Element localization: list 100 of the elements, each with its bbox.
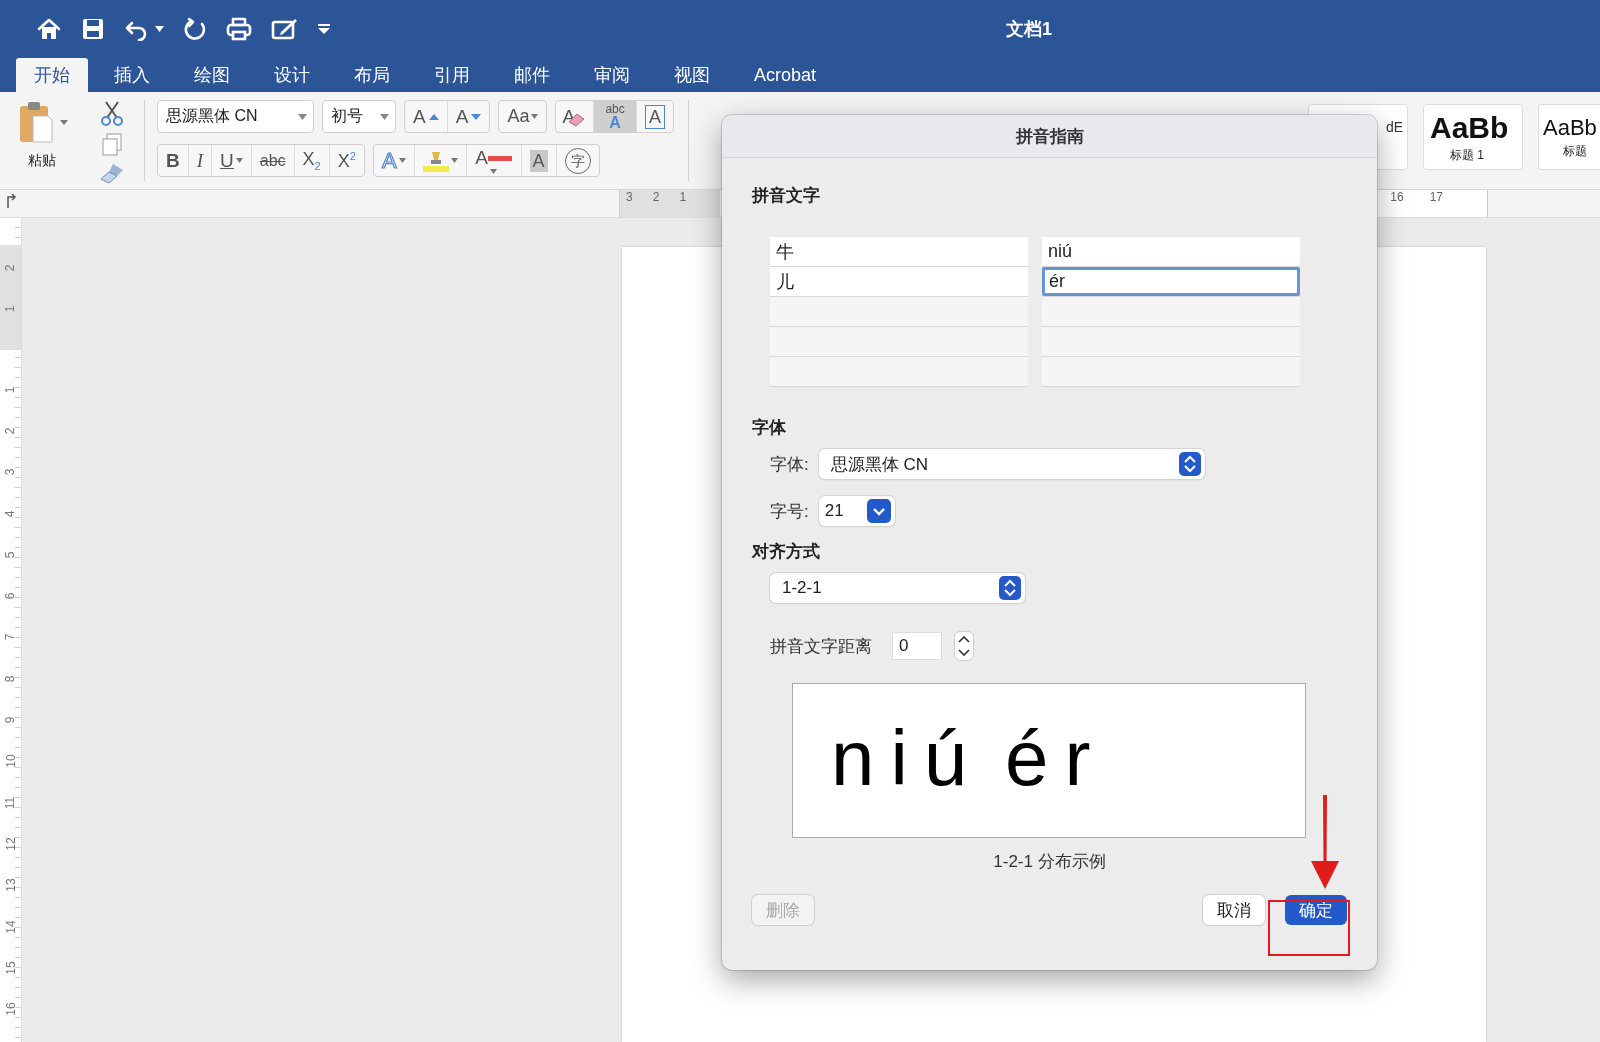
brush-icon[interactable] <box>99 162 125 184</box>
ruler-number: 13 <box>3 878 18 892</box>
ribbon-tab[interactable]: 设计 <box>256 58 328 92</box>
ruler-number: 1 <box>678 190 688 206</box>
ribbon-tab[interactable]: 邮件 <box>496 58 568 92</box>
pinyin-field[interactable] <box>1042 357 1300 386</box>
style-card[interactable]: AaBb 标题 <box>1538 104 1600 170</box>
print-icon[interactable] <box>226 17 252 41</box>
ruler-number: 14 <box>3 919 18 934</box>
pinyin-field[interactable] <box>1042 297 1300 326</box>
home-icon[interactable] <box>36 17 62 41</box>
style-card[interactable]: AaBb 标题 1 <box>1423 104 1523 170</box>
ruler-number: 17 <box>1428 190 1444 206</box>
character-shading-button[interactable]: A <box>521 145 557 176</box>
pinyin-field[interactable]: niú <box>1042 237 1300 266</box>
ruler-number: 1 <box>3 305 18 313</box>
offset-input[interactable]: 0 <box>892 632 942 660</box>
dialog-title: 拼音指南 <box>722 115 1377 158</box>
underline-button[interactable]: U <box>212 145 252 176</box>
ruler-number: 2 <box>651 190 661 206</box>
ribbon-tab[interactable]: 审阅 <box>576 58 648 92</box>
style-name: 标题 1 <box>1450 146 1484 164</box>
caret-icon[interactable] <box>298 113 307 120</box>
ruler-number: 8 <box>3 675 18 683</box>
save-icon[interactable] <box>81 17 105 41</box>
up-triangle-icon <box>428 113 439 120</box>
base-text-field[interactable] <box>770 297 1028 326</box>
ruler-number: 12 <box>3 837 18 851</box>
section-heading: 对齐方式 <box>752 541 821 563</box>
stepper-icon <box>1178 452 1201 476</box>
shrink-font-button[interactable]: A <box>447 101 490 132</box>
pinyin-field[interactable] <box>1042 327 1300 356</box>
scissors-icon[interactable] <box>99 100 125 126</box>
pinyin-field[interactable]: ér <box>1042 267 1300 296</box>
ruler-number: 1 <box>3 386 18 393</box>
ruler-number: 5 <box>3 551 18 559</box>
style-preview: dE <box>1385 119 1403 135</box>
stepper-icon[interactable] <box>954 631 974 661</box>
ribbon-tab[interactable]: Acrobat <box>736 58 835 92</box>
ribbon-tab[interactable]: 绘图 <box>176 58 248 92</box>
customize-icon[interactable] <box>318 23 330 35</box>
ruler-number: 9 <box>3 716 18 724</box>
strikethrough-button[interactable]: abc <box>251 145 295 176</box>
caret-icon[interactable] <box>531 114 539 119</box>
style-name: 标题 <box>1563 142 1587 160</box>
dialog-button[interactable]: 取消 <box>1203 895 1265 925</box>
font-name-field[interactable]: 思源黑体 CN <box>157 100 314 133</box>
style-preview: AaBb <box>1430 110 1509 145</box>
ruler-number: 7 <box>3 634 18 641</box>
ribbon-tab[interactable]: 布局 <box>336 58 408 92</box>
edit-icon[interactable] <box>271 17 299 41</box>
paste-button[interactable]: 粘贴 <box>18 100 88 189</box>
ribbon-tab[interactable]: 视图 <box>656 58 728 92</box>
character-border-button[interactable]: A <box>637 101 674 132</box>
section-heading: 拼音文字 <box>752 185 821 207</box>
caret-icon[interactable] <box>490 169 498 174</box>
size-select[interactable]: 21 <box>818 496 895 526</box>
base-text-field[interactable] <box>770 327 1028 356</box>
field-label: 拼音文字距离 <box>770 635 872 658</box>
ruler-number: 15 <box>3 961 18 975</box>
confirm-button[interactable]: 确定 <box>1285 895 1347 925</box>
clipboard-icon <box>18 100 54 144</box>
ruler-number: 2 <box>3 264 18 271</box>
phonetic-guide-button[interactable]: abc A <box>594 101 638 132</box>
font-size-field[interactable]: 初号 <box>322 100 396 133</box>
bold-button[interactable]: B <box>158 145 189 176</box>
caret-icon[interactable] <box>235 158 243 163</box>
pinyin-preview: ér <box>1005 713 1107 804</box>
ruler-number: 16 <box>1389 190 1405 206</box>
chevron-down-icon <box>866 499 891 523</box>
field-label: 字体: <box>770 453 809 476</box>
down-triangle-icon <box>471 113 482 120</box>
base-text-field[interactable] <box>770 357 1028 386</box>
ruler-number: 3 <box>625 190 634 206</box>
caret-icon[interactable] <box>380 113 389 120</box>
caret-icon[interactable] <box>398 158 406 163</box>
caret-icon[interactable] <box>60 119 68 125</box>
base-text-field[interactable]: 牛 <box>770 237 1028 266</box>
ruler-number: 2 <box>3 427 18 435</box>
redo-icon[interactable] <box>183 17 207 41</box>
italic-button[interactable]: I <box>188 145 213 176</box>
section-heading: 字体 <box>752 417 787 439</box>
subscript-button[interactable]: X$_{2}$ <box>294 145 330 176</box>
tab-stop-icon[interactable] <box>5 194 17 208</box>
ruler-number: 11 <box>3 796 18 809</box>
ribbon-tab[interactable]: 插入 <box>96 58 168 92</box>
ruler-number: 4 <box>3 510 18 517</box>
alignment-select[interactable]: 1-2-1 <box>770 573 1025 603</box>
caret-icon[interactable] <box>155 26 164 32</box>
font-select[interactable]: 思源黑体 CN <box>818 449 1205 479</box>
window-title: 文档1 <box>1006 18 1052 41</box>
ribbon-tab[interactable]: 开始 <box>16 58 88 92</box>
font-color-button[interactable]: A <box>466 145 522 176</box>
change-case-button[interactable]: Aa <box>499 101 547 132</box>
base-text-field[interactable]: 儿 <box>770 267 1028 296</box>
grow-font-button[interactable]: A <box>405 101 448 132</box>
ribbon-tab[interactable]: 引用 <box>416 58 488 92</box>
superscript-button[interactable]: X$^{2}$ <box>329 145 364 176</box>
caret-icon[interactable] <box>450 158 458 163</box>
stepper-icon <box>999 576 1021 600</box>
